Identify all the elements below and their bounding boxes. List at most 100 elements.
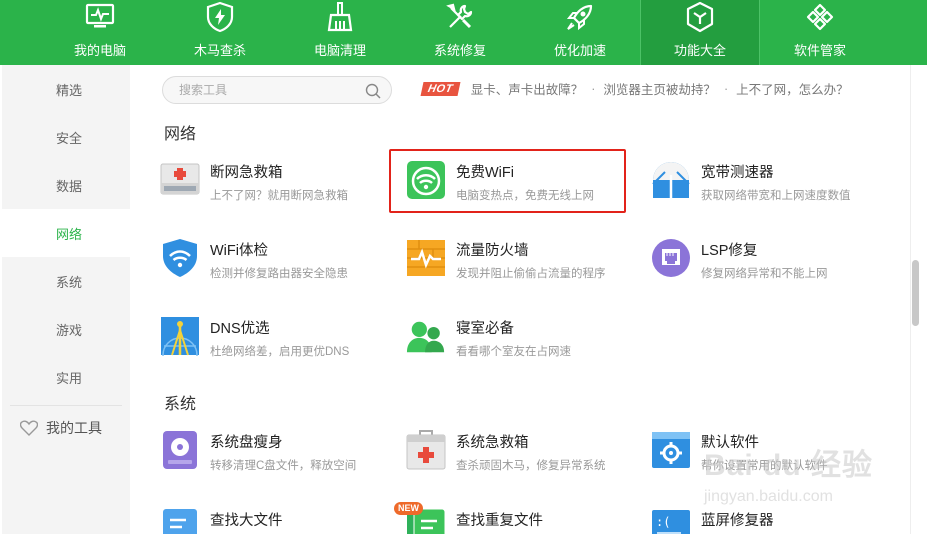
nav-label: 系统修复 [433,43,486,58]
section-title-network: 网络 [164,126,197,143]
scrollbar-thumb[interactable] [912,260,919,326]
nav-trojan-scan[interactable]: 木马查杀 [160,0,280,65]
hot-topics: HOT 显卡、声卡出故障？ · 浏览器主页被劫持？ · 上不了网，怎么办？ [420,79,849,98]
tool-desc: 获取网络带宽和上网速度数值 [701,190,851,202]
tool-list-panel: HOT 显卡、声卡出故障？ · 浏览器主页被劫持？ · 上不了网，怎么办？ 网络… [130,65,910,534]
tool-desc: 发现并阻止偷偷占流量的程序 [456,268,606,280]
sidebar-item-games[interactable]: 游戏 [2,305,130,353]
system-aid-icon [406,430,446,470]
sidebar-item-data[interactable]: 数据 [2,161,130,209]
wrench-screwdriver-icon [443,0,477,34]
sidebar-item-label: 游戏 [56,322,83,338]
sidebar-item-label: 安全 [56,130,83,146]
sidebar-item-label: 网络 [56,226,83,242]
tool-bluescreen-repair[interactable]: :( 蓝屏修复器 [651,508,881,534]
tool-desc: 杜绝网络差，启用更优DNS [210,346,350,358]
hot-separator: · [723,81,729,96]
tool-desc: 转移清理C盘文件，释放空间 [210,460,357,472]
roommates-icon [406,316,446,356]
hot-separator: · [591,81,596,96]
tool-name: DNS优选 [210,321,270,337]
tool-name: 系统急救箱 [456,435,529,451]
sidebar-item-label: 精选 [56,82,83,98]
search-box [162,76,392,104]
my-tools-label: 我的工具 [46,420,102,436]
tool-free-wifi[interactable]: 免费WiFi 电脑变热点，免费无线上网 [406,160,636,206]
sidebar-item-system[interactable]: 系统 [2,257,130,305]
wifi-shield-icon [160,238,200,278]
hot-link-sound-card[interactable]: 显卡、声卡出故障？ [471,79,584,98]
nav-label: 软件管家 [793,43,846,58]
sidebar-item-utilities[interactable]: 实用 [2,353,130,401]
sidebar-item-security[interactable]: 安全 [2,113,130,161]
firewall-icon [406,238,446,278]
app-grid-icon [803,0,837,34]
tool-desc: 查杀顽固木马，修复异常系统 [456,460,606,472]
tool-system-first-aid[interactable]: 系统急救箱 查杀顽固木马，修复异常系统 [406,430,636,476]
broom-icon [323,0,357,34]
disk-icon [160,430,200,470]
first-aid-kit-icon [160,160,200,200]
tool-system-disk-slim[interactable]: 系统盘瘦身 转移清理C盘文件，释放空间 [160,430,390,476]
tool-name: 蓝屏修复器 [701,513,774,529]
bluescreen-icon: :( [651,508,691,534]
search-icon[interactable] [365,83,381,99]
nav-label: 我的电脑 [73,43,126,58]
nav-optimize-speedup[interactable]: 优化加速 [520,0,640,65]
top-nav: 我的电脑 木马查杀 电脑清理 系统修复 优化加速 功能大全 软件管家 [0,0,927,65]
network-port-icon [651,238,691,278]
tool-dns-optimize[interactable]: DNS优选 杜绝网络差，启用更优DNS [160,316,390,362]
wifi-icon [406,160,446,200]
nav-label: 木马查杀 [193,43,246,58]
tool-dorm-essentials[interactable]: 寝室必备 看看哪个室友在占网速 [406,316,636,362]
nav-my-computer[interactable]: 我的电脑 [40,0,160,65]
default-app-gear-icon [651,430,691,470]
nav-system-repair[interactable]: 系统修复 [400,0,520,65]
tool-name: LSP修复 [701,243,758,259]
tool-network-first-aid[interactable]: 断网急救箱 上不了网？就用断网急救箱 [160,160,390,206]
duplicate-file-icon: NEW [394,502,446,534]
tool-name: 查找大文件 [210,513,283,529]
nav-label: 优化加速 [553,43,606,58]
svg-text::(: :( [656,515,670,529]
tool-name: 默认软件 [701,435,759,451]
tool-name: 宽带测速器 [701,165,774,181]
my-tools-button[interactable]: 我的工具 [2,406,130,450]
monitor-pulse-icon [83,0,117,34]
search-input[interactable] [179,83,359,97]
tool-desc: 电脑变热点，免费无线上网 [456,190,594,202]
sidebar-item-label: 数据 [56,178,83,194]
nav-label: 电脑清理 [313,43,366,58]
rocket-icon [563,0,597,34]
section-title-system: 系统 [164,396,197,413]
tool-find-duplicate-files[interactable]: NEW 查找重复文件 [394,502,636,534]
hot-link-browser-hijack[interactable]: 浏览器主页被劫持？ [603,79,716,98]
tool-find-large-files[interactable]: 查找大文件 [160,508,390,534]
nav-software-manager[interactable]: 软件管家 [760,0,880,65]
sidebar-item-featured[interactable]: 精选 [2,65,130,113]
sidebar-item-label: 系统 [56,274,83,290]
tool-name: 流量防火墙 [456,243,529,259]
shield-bolt-icon [203,0,237,34]
tool-traffic-firewall[interactable]: 流量防火墙 发现并阻止偷偷占流量的程序 [406,238,636,284]
tool-desc: 帮你设置常用的默认软件 [701,460,828,472]
dns-tower-icon [160,316,200,356]
tool-lsp-repair[interactable]: LSP修复 修复网络异常和不能上网 [651,238,881,284]
large-file-icon [160,508,200,534]
tool-desc: 检测并修复路由器安全隐患 [210,268,348,280]
hot-link-no-internet[interactable]: 上不了网，怎么办？ [736,79,849,98]
tool-wifi-check[interactable]: WiFi体检 检测并修复路由器安全隐患 [160,238,390,284]
heart-icon [20,420,38,436]
tool-name: 系统盘瘦身 [210,435,283,451]
tool-desc: 看看哪个室友在占网速 [456,346,571,358]
tool-name: 免费WiFi [456,165,514,181]
nav-label: 功能大全 [673,43,726,58]
sidebar-item-network[interactable]: 网络 [2,209,130,257]
tool-desc: 上不了网？就用断网急救箱 [210,190,348,202]
nav-feature-center[interactable]: 功能大全 [640,0,760,65]
nav-pc-cleanup[interactable]: 电脑清理 [280,0,400,65]
hot-badge: HOT [420,81,461,96]
sidebar-item-label: 实用 [56,370,83,386]
tool-broadband-speed-test[interactable]: 宽带测速器 获取网络带宽和上网速度数值 [651,160,881,206]
tool-default-software[interactable]: 默认软件 帮你设置常用的默认软件 [651,430,881,476]
